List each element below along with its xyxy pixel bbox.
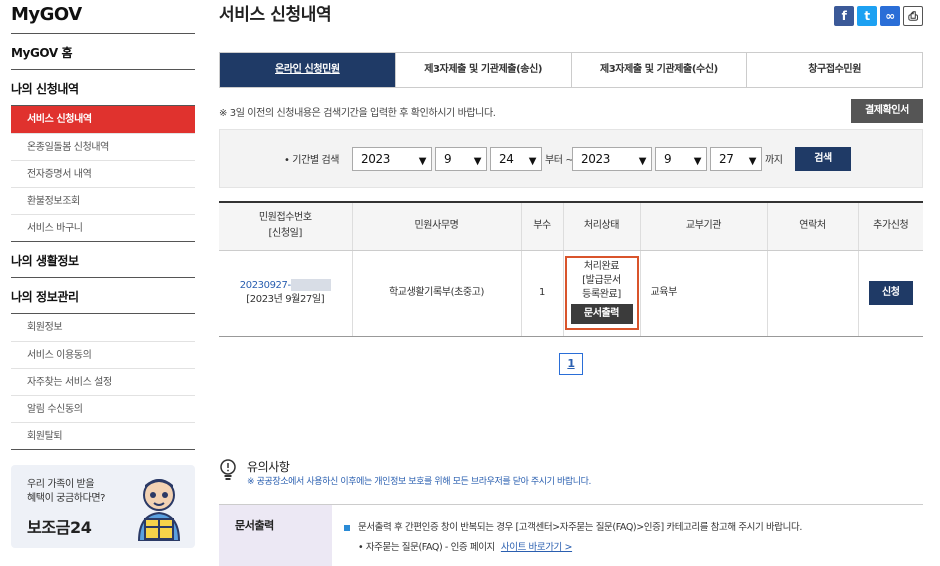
banner-line-1: 우리 가족이 받을 (27, 479, 95, 490)
status-highlight: 처리완료 [발급문서 등록완료] 문서출력 (564, 256, 639, 330)
search-button[interactable]: 검색 (795, 147, 851, 171)
from-day-value: 24 (499, 152, 514, 166)
caution-note: ※ 공공장소에서 사용하신 이후에는 개인정보 보호를 위해 모든 브라우저를 … (247, 477, 591, 487)
receipt-number-link[interactable]: 20230927- (240, 280, 291, 291)
from-day-select[interactable]: 24 ▼ (490, 147, 542, 171)
to-month-value: 9 (664, 152, 672, 166)
table-row: 20230927- [2023년 9월27일] 학교생활기록부(초중고) 1 처… (219, 250, 923, 337)
col-service-name: 민원사무명 (351, 202, 521, 251)
cell-copies: 1 (520, 250, 563, 337)
twitter-icon[interactable]: t (857, 6, 877, 26)
facebook-icon[interactable]: f (834, 6, 854, 26)
cell-receipt-no: 20230927- [2023년 9월27일] (219, 250, 352, 337)
chevron-down-icon: ▼ (473, 156, 482, 167)
to-year-select[interactable]: 2023 ▼ (572, 147, 652, 171)
from-month-value: 9 (444, 152, 452, 166)
period-search-box: • 기간별 검색 2023 ▼ 9 ▼ 24 ▼ 부터 ~ 2023 ▼ 9 ▼ 27 ▼ … (219, 129, 923, 188)
chevron-down-icon: ▼ (528, 156, 537, 167)
print-icon[interactable]: ⎙ (903, 6, 923, 26)
caution-title: 유의사항 (247, 460, 290, 474)
print-info-box: 문서출력 문서출력 후 간편인증 창이 반복되는 경우 [고객센터>자주묻는 질… (219, 504, 923, 566)
to-suffix: 까지 (765, 155, 783, 166)
cell-extra-apply: 신청 (857, 250, 923, 337)
apply-button[interactable]: 신청 (868, 281, 913, 305)
sidebar-section-account[interactable]: 나의 정보관리 (11, 278, 195, 314)
from-suffix: 부터 ~ (545, 155, 574, 166)
sidebar-item-e-certificates[interactable]: 전자증명서 내역 (11, 160, 195, 187)
sidebar-item-service-basket[interactable]: 서비스 바구니 (11, 214, 195, 241)
from-year-select[interactable]: 2023 ▼ (352, 147, 432, 171)
to-year-value: 2023 (581, 152, 610, 166)
to-day-value: 27 (719, 152, 734, 166)
sidebar-item-favorite-services[interactable]: 자주찾는 서비스 설정 (11, 368, 195, 395)
payment-receipt-button[interactable]: 결제확인서 (851, 99, 923, 123)
to-month-select[interactable]: 9 ▼ (655, 147, 707, 171)
tab-bar: 온라인 신청민원 제3자제출 및 기관제출(송신) 제3자제출 및 기관제출(수… (219, 52, 923, 88)
tab-online-applications[interactable]: 온라인 신청민원 (220, 53, 395, 87)
sidebar-sublist-account: 회원정보 서비스 이용동의 자주찾는 서비스 설정 알림 수신동의 회원탈퇴 (11, 314, 195, 450)
col-extra-apply: 추가신청 (857, 202, 923, 251)
tab-third-party-received[interactable]: 제3자제출 및 기관제출(수신) (570, 53, 747, 87)
sidebar-item-service-consent[interactable]: 서비스 이용동의 (11, 341, 195, 368)
tab-third-party-sent[interactable]: 제3자제출 및 기관제출(송신) (394, 53, 571, 87)
cell-service-name: 학교생활기록부(초중고) (351, 250, 521, 337)
main-content: 서비스 신청내역 f t ∞ ⎙ 온라인 신청민원 제3자제출 및 기관제출(송… (219, 0, 923, 566)
print-document-button[interactable]: 문서출력 (570, 304, 633, 324)
info-heading: 문서출력 (219, 505, 332, 566)
chevron-down-icon: ▼ (418, 156, 427, 167)
info-line-2: • 자주묻는 질문(FAQ) - 인증 페이지 사이트 바로가기 > (358, 542, 573, 553)
sidebar-section-life-info[interactable]: 나의 생활정보 (11, 242, 195, 278)
sidebar-item-refund-info[interactable]: 환불정보조회 (11, 187, 195, 214)
lightbulb-icon (220, 459, 236, 480)
banner-line-2: 혜택이 궁금하다면? (27, 493, 106, 504)
from-year-value: 2023 (361, 152, 390, 166)
sidebar: MyGOV MyGOV 홈 나의 신청내역 서비스 신청내역 온종일돌봄 신청내… (11, 0, 195, 548)
logo[interactable]: MyGOV (11, 0, 195, 34)
status-line-1: 처리완료 (583, 261, 620, 272)
sidebar-item-member-info[interactable]: 회원정보 (11, 314, 195, 341)
info-body: 문서출력 후 간편인증 창이 반복되는 경우 [고객센터>자주묻는 질문(FAQ… (332, 505, 923, 566)
mascot-icon (137, 479, 181, 541)
col-receipt-no: 민원접수번호 [신청일] (219, 202, 352, 251)
status-line-3: 등록완료] (582, 289, 621, 300)
sidebar-home[interactable]: MyGOV 홈 (11, 34, 195, 70)
application-date: [2023년 9월27일] (246, 294, 325, 305)
chevron-down-icon: ▼ (638, 156, 647, 167)
faq-site-link[interactable]: 사이트 바로가기 > (501, 542, 573, 553)
col-contact: 연락처 (766, 202, 858, 251)
sidebar-item-care-applications[interactable]: 온종일돌봄 신청내역 (11, 133, 195, 160)
sidebar-item-withdraw[interactable]: 회원탈퇴 (11, 422, 195, 449)
banner-brand: 보조금24 (27, 518, 92, 537)
cell-status: 처리완료 [발급문서 등록완료] 문서출력 (562, 250, 640, 337)
sidebar-item-service-applications[interactable]: 서비스 신청내역 (11, 106, 195, 133)
info-line-1: 문서출력 후 간편인증 창이 반복되는 경우 [고객센터>자주묻는 질문(FAQ… (344, 518, 923, 538)
search-label: • 기간별 검색 (284, 155, 340, 166)
to-day-select[interactable]: 27 ▼ (710, 147, 762, 171)
subsidy-banner[interactable]: 우리 가족이 받을 혜택이 궁금하다면? 보조금24 (11, 465, 195, 548)
redacted-mask (290, 279, 331, 291)
page-1-link[interactable]: 1 (559, 353, 583, 375)
page-title: 서비스 신청내역 (219, 5, 332, 25)
sidebar-sublist-applications: 서비스 신청내역 온종일돌봄 신청내역 전자증명서 내역 환불정보조회 서비스 … (11, 106, 195, 242)
table-header-row: 민원접수번호 [신청일] 민원사무명 부수 처리상태 교부기관 연락처 추가신청 (219, 202, 923, 251)
search-notice: ※ 3일 이전의 신청내용은 검색기간을 입력한 후 확인하시기 바랍니다. (219, 108, 496, 119)
chevron-down-icon: ▼ (693, 156, 702, 167)
col-copies: 부수 (520, 202, 563, 251)
link-icon[interactable]: ∞ (880, 6, 900, 26)
status-line-2: [발급문서 (582, 275, 621, 286)
sidebar-section-applications[interactable]: 나의 신청내역 (11, 70, 195, 106)
chevron-down-icon: ▼ (748, 156, 757, 167)
tab-counter-applications[interactable]: 창구접수민원 (746, 53, 922, 87)
sidebar-item-notification-consent[interactable]: 알림 수신동의 (11, 395, 195, 422)
share-toolbar: f t ∞ ⎙ (834, 6, 923, 26)
bullet-square-icon (344, 524, 350, 531)
cell-agency: 교육부 (639, 250, 767, 337)
col-agency: 교부기관 (639, 202, 767, 251)
col-status: 처리상태 (562, 202, 640, 251)
applications-table: 민원접수번호 [신청일] 민원사무명 부수 처리상태 교부기관 연락처 추가신청 … (219, 201, 923, 337)
cell-contact (766, 250, 858, 337)
from-month-select[interactable]: 9 ▼ (435, 147, 487, 171)
